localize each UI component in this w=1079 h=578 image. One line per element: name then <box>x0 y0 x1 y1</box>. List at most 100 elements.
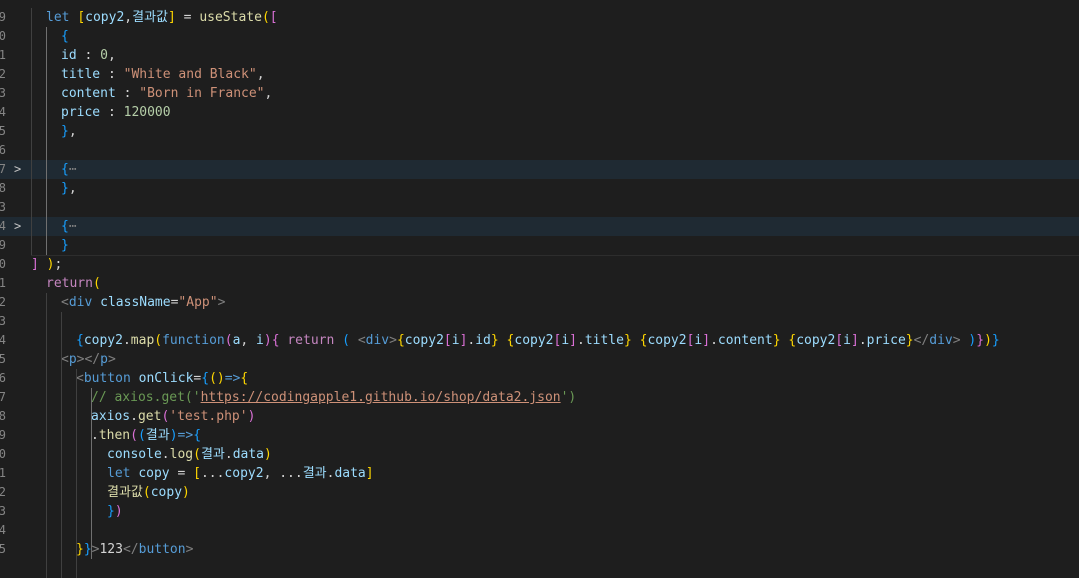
code-token: ></ <box>76 352 101 367</box>
code-token: ) <box>264 447 272 462</box>
code-token: 결과 <box>302 466 327 481</box>
code-token: copy2 <box>796 333 836 348</box>
code-token: < <box>76 371 84 386</box>
code-line[interactable]: 4 price : 120000 <box>0 103 1079 122</box>
code-line[interactable]: 0] ); <box>0 255 1079 274</box>
code-token: console <box>107 447 162 462</box>
code-line[interactable]: 4 {copy2.map(function(a, i){ return ( <di… <box>0 331 1079 350</box>
code-token: { <box>61 29 69 44</box>
code-text: content : "Born in France", <box>61 84 272 103</box>
code-line[interactable]: 9 let [copy2,결과값] = useState([ <box>0 8 1079 27</box>
code-line[interactable]: 3 <box>0 312 1079 331</box>
code-token: then <box>98 428 131 443</box>
line-number: 7 <box>0 390 6 404</box>
code-token: } <box>61 124 69 139</box>
code-line[interactable]: 3 <box>0 198 1079 217</box>
code-token: 'test.php' <box>169 409 248 424</box>
code-text: {⋯ <box>61 217 77 236</box>
code-line[interactable]: 2 <div className="App"> <box>0 293 1079 312</box>
code-line[interactable]: 0{ <box>0 27 1079 46</box>
code-line[interactable]: 7 // axios.get('https://codingapple1.gith… <box>0 388 1079 407</box>
code-line[interactable]: 0 console.log(결과.data) <box>0 445 1079 464</box>
code-text: title : "White and Black", <box>61 65 265 84</box>
code-token: title <box>584 333 624 348</box>
code-token: let <box>107 466 139 481</box>
code-token: copy2 <box>647 333 687 348</box>
code-line[interactable]: 1 id : 0, <box>0 46 1079 65</box>
code-token: < <box>357 333 366 348</box>
code-token: } <box>772 333 781 348</box>
line-number: 4 <box>0 333 6 347</box>
code-token: } <box>905 333 914 348</box>
code-token: button <box>83 371 131 386</box>
code-line[interactable]: 1 return( <box>0 274 1079 293</box>
code-token: ) <box>114 504 123 519</box>
code-token: ) <box>182 485 190 500</box>
code-token: ( <box>130 428 138 443</box>
code-token: { <box>76 333 84 348</box>
code-token: : <box>100 105 124 120</box>
code-line[interactable]: 2 title : "White and Black", <box>0 65 1079 84</box>
code-token: ] <box>168 10 176 25</box>
code-token: ) <box>216 371 225 386</box>
line-number: 3 <box>0 314 6 328</box>
code-token: . <box>130 409 138 424</box>
code-token: copy2 <box>514 333 554 348</box>
code-token: { <box>61 219 69 234</box>
line-number: 5 <box>0 124 6 138</box>
code-line[interactable]: 7 > {⋯ <box>0 160 1079 179</box>
code-token: copy <box>150 485 183 500</box>
line-number: 9 <box>0 238 6 252</box>
code-token: , <box>107 48 116 63</box>
code-token: 결과값 <box>107 485 143 500</box>
indent-guide <box>76 369 77 578</box>
indent-guide <box>61 312 62 578</box>
code-token: < <box>61 295 69 310</box>
code-line[interactable]: 3}) <box>0 502 1079 521</box>
code-line[interactable]: 9 .then((결과)=>{ <box>0 426 1079 445</box>
code-token: copy2 <box>85 10 125 25</box>
line-number: 3 <box>0 504 6 518</box>
code-line[interactable]: 5}, <box>0 122 1079 141</box>
line-number: 4 <box>0 219 6 233</box>
code-line[interactable]: 8 axios.get('test.php') <box>0 407 1079 426</box>
code-token: p <box>100 352 108 367</box>
code-token: let <box>46 10 78 25</box>
code-token: { <box>240 371 249 386</box>
code-token: ( <box>193 447 201 462</box>
code-line[interactable]: 9} <box>0 236 1079 255</box>
line-number: 3 <box>0 200 6 214</box>
code-token: 0 <box>100 48 108 63</box>
code-editor[interactable]: 9 let [copy2,결과값] = useState([0{1 id : 0, 2… <box>0 0 1079 578</box>
code-line[interactable]: 6 <button onClick={()=>{ <box>0 369 1079 388</box>
code-text: { <box>61 27 69 46</box>
code-line[interactable]: 4 <box>0 521 1079 540</box>
code-token: ') <box>560 390 577 405</box>
fold-chevron-icon[interactable]: > <box>14 160 26 179</box>
code-token: { <box>788 333 797 348</box>
code-token: [ <box>443 333 452 348</box>
line-number: 3 <box>0 86 6 100</box>
fold-chevron-icon[interactable]: > <box>14 217 26 236</box>
code-token: , <box>68 124 77 139</box>
code-line[interactable]: 2 결과값(copy) <box>0 483 1079 502</box>
code-token: id <box>61 48 77 63</box>
code-line[interactable]: 8}, <box>0 179 1079 198</box>
code-token: axios <box>91 409 131 424</box>
code-line[interactable]: 5}}>123</button> <box>0 540 1079 559</box>
code-token: ( <box>209 371 217 386</box>
code-token: div <box>68 295 93 310</box>
code-token: > <box>185 542 194 557</box>
code-line[interactable]: 1 let copy = [...copy2, ...결과.data] <box>0 464 1079 483</box>
code-line[interactable]: 4 > {⋯ <box>0 217 1079 236</box>
code-line[interactable]: 6 <box>0 141 1079 160</box>
line-number: 5 <box>0 352 6 366</box>
code-token: title <box>61 67 101 82</box>
code-token: ] <box>365 466 374 481</box>
code-token: { <box>193 428 202 443</box>
code-line[interactable]: 5 <p></p> <box>0 350 1079 369</box>
code-line[interactable]: 3 content : "Born in France", <box>0 84 1079 103</box>
